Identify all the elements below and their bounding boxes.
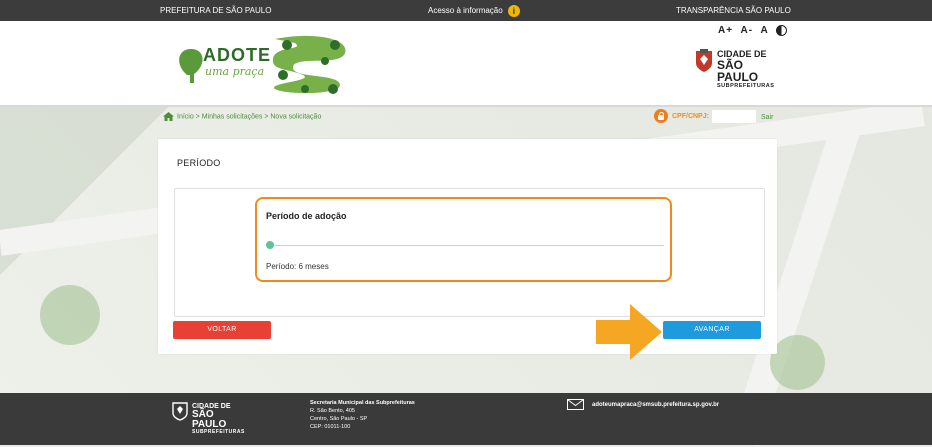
footer-logo-line2: SÃO PAULO bbox=[192, 409, 227, 430]
pointer-arrow-icon bbox=[596, 304, 662, 360]
city-line2: SÃO PAULO bbox=[717, 58, 759, 84]
top-bar: PREFEITURA DE SÃO PAULO Acesso à informa… bbox=[0, 0, 932, 21]
footer-org: Secretaria Municipal das Subprefeituras bbox=[310, 400, 415, 406]
info-icon: i bbox=[507, 4, 520, 17]
city-crest-icon bbox=[696, 49, 712, 72]
logout-link[interactable]: Sair bbox=[761, 114, 773, 121]
period-value: Período: 6 meses bbox=[266, 262, 329, 271]
city-line3: SUBPREFEITURAS bbox=[717, 83, 775, 89]
footer-cep: CEP: 01011-100 bbox=[310, 424, 351, 430]
breadcrumb-text[interactable]: Início > Minhas solicitações > Nova soli… bbox=[177, 113, 321, 120]
breadcrumb-bar: Início > Minhas solicitações > Nova soli… bbox=[0, 107, 932, 129]
period-highlight-box: Período de adoção Período: 6 meses bbox=[255, 197, 672, 282]
transparency-link[interactable]: TRANSPARÊNCIA SÃO PAULO bbox=[676, 0, 791, 21]
user-identity: CPF/CNPJ: bbox=[654, 109, 756, 123]
background-tree bbox=[770, 335, 825, 390]
contrast-icon[interactable] bbox=[776, 25, 788, 36]
period-slider-track[interactable] bbox=[272, 245, 664, 246]
home-icon[interactable] bbox=[163, 112, 174, 121]
footer-sao-paulo-logo: CIDADE DE SÃO PAULO SUBPREFEITURAS bbox=[172, 401, 244, 435]
font-size-controls: A+ A- A bbox=[718, 25, 791, 36]
footer-email: adoteumapraca@smsub.prefeitura.sp.gov.br bbox=[567, 399, 719, 410]
next-button[interactable]: AVANÇAR bbox=[663, 321, 761, 339]
period-label: Período de adoção bbox=[266, 211, 347, 221]
footer-logo-line3: SUBPREFEITURAS bbox=[192, 429, 245, 435]
footer: CIDADE DE SÃO PAULO SUBPREFEITURAS Secre… bbox=[0, 393, 932, 445]
breadcrumb: Início > Minhas solicitações > Nova soli… bbox=[163, 112, 321, 121]
back-button[interactable]: VOLTAR bbox=[173, 321, 271, 339]
logo-text-praca: uma praça bbox=[205, 65, 265, 78]
header: ADOTE uma praça A+ A- A CIDADE DE SÃO PA… bbox=[0, 21, 932, 107]
reset-font-button[interactable]: A bbox=[760, 25, 768, 36]
envelope-icon bbox=[567, 399, 584, 410]
background-tree bbox=[40, 285, 100, 345]
sao-paulo-logo-text: CIDADE DE SÃO PAULO SUBPREFEITURAS bbox=[717, 49, 774, 90]
decrease-font-button[interactable]: A- bbox=[740, 25, 753, 36]
cpf-value bbox=[711, 109, 756, 123]
footer-logo-text: CIDADE DE SÃO PAULO SUBPREFEITURAS bbox=[192, 403, 245, 435]
footer-address: Secretaria Municipal das Subprefeituras … bbox=[310, 399, 415, 431]
increase-font-button[interactable]: A+ bbox=[718, 25, 733, 36]
logo-text-adote: ADOTE bbox=[203, 45, 271, 65]
access-info-link[interactable]: Acesso à informação i bbox=[428, 0, 520, 21]
section-title: PERÍODO bbox=[177, 158, 221, 168]
footer-district: Centro, São Paulo - SP bbox=[310, 416, 368, 422]
adote-logo[interactable]: ADOTE uma praça bbox=[175, 31, 365, 102]
sao-paulo-logo[interactable]: CIDADE DE SÃO PAULO SUBPREFEITURAS bbox=[694, 49, 774, 89]
lock-icon bbox=[654, 109, 668, 123]
footer-street: R. São Bento, 405 bbox=[310, 408, 355, 414]
cpf-label: CPF/CNPJ: bbox=[672, 112, 709, 120]
period-slider-handle[interactable] bbox=[266, 241, 274, 249]
access-info-label: Acesso à informação bbox=[428, 6, 503, 15]
period-panel: Período de adoção Período: 6 meses bbox=[174, 188, 765, 317]
footer-crest-icon bbox=[172, 402, 188, 421]
footer-email-link[interactable]: adoteumapraca@smsub.prefeitura.sp.gov.br bbox=[592, 402, 719, 408]
main-card: PERÍODO Período de adoção Período: 6 mes… bbox=[158, 139, 777, 354]
prefeitura-link[interactable]: PREFEITURA DE SÃO PAULO bbox=[160, 0, 271, 21]
